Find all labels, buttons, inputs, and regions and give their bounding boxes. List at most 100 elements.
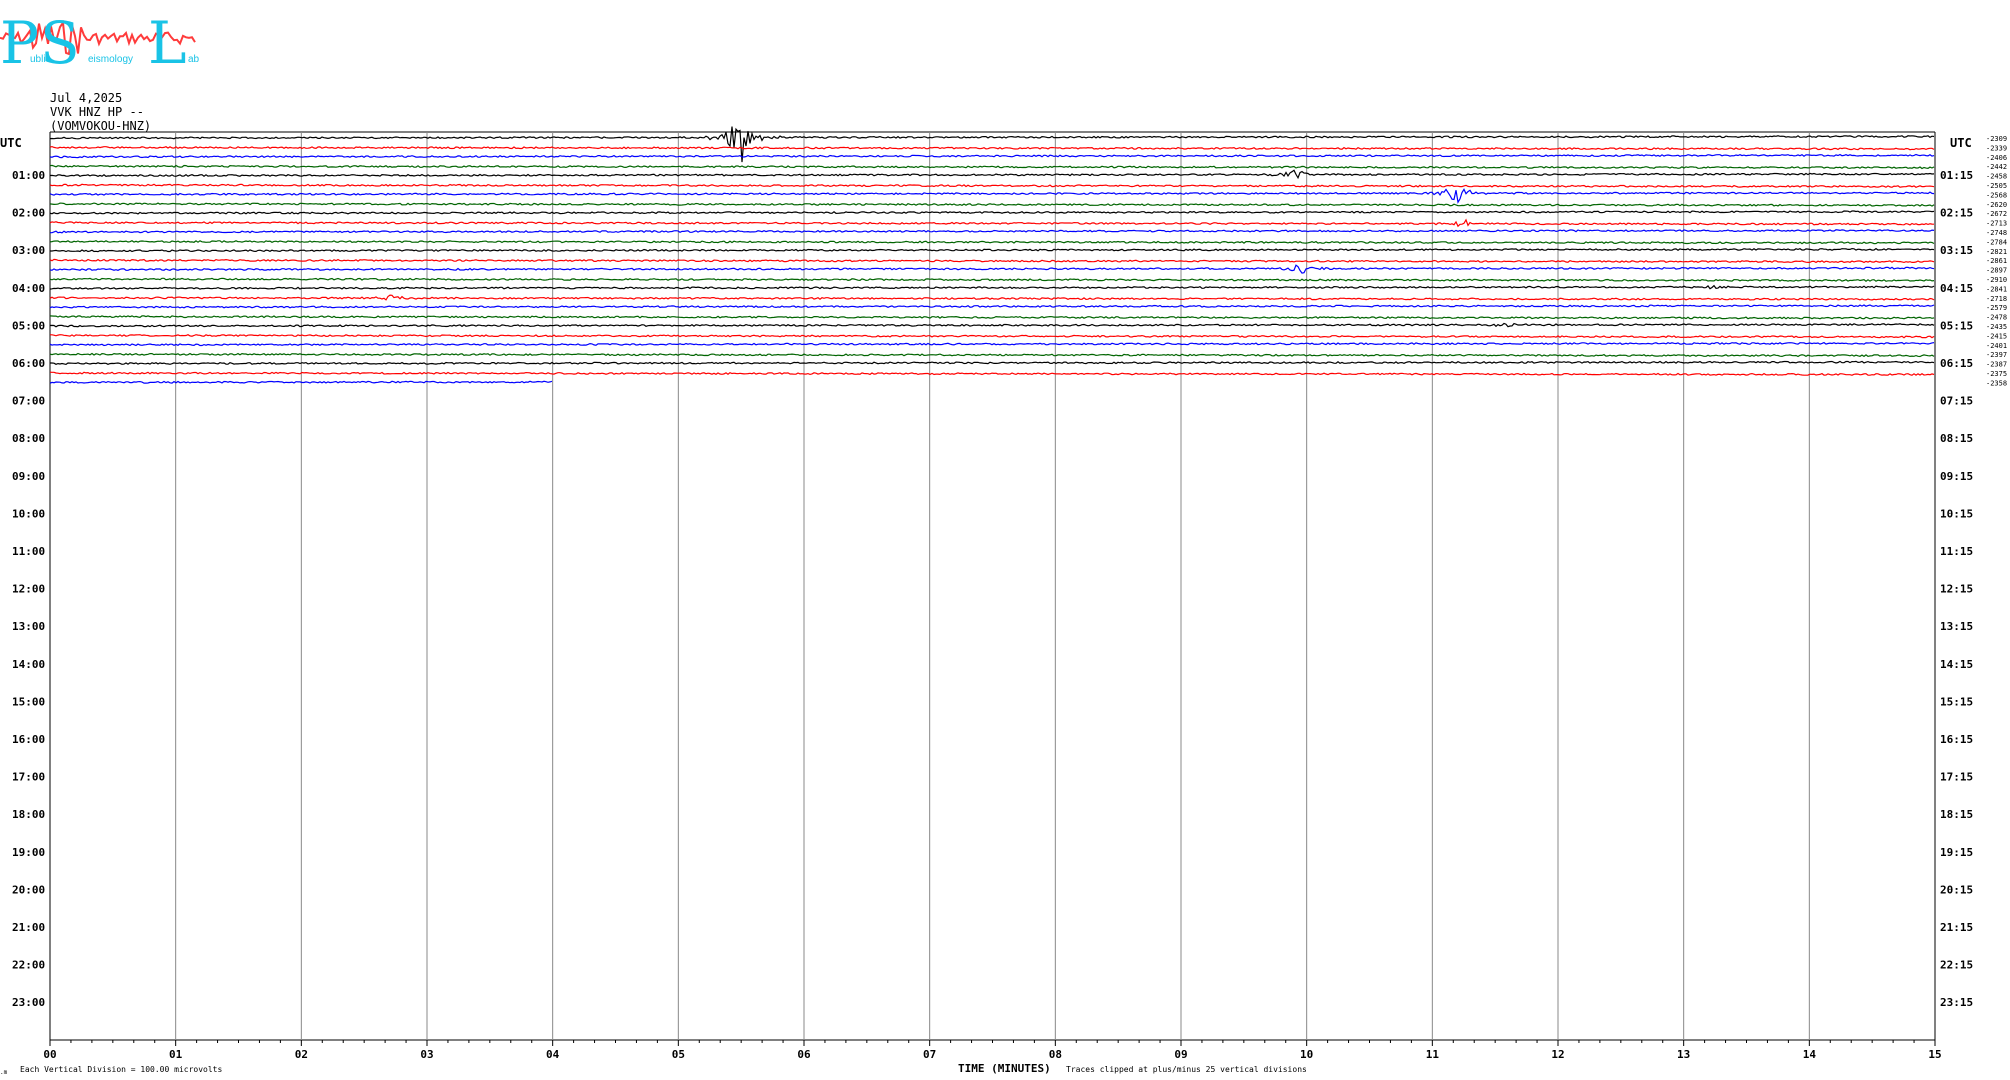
right-hour-label: 05:15 [1940, 319, 1973, 332]
trace-offset-label: -2861 [1986, 257, 2007, 265]
x-tick-label: 14 [1803, 1048, 1817, 1061]
seismic-trace [49, 145, 1935, 151]
x-tick-label: 07 [923, 1048, 936, 1061]
trace-offset-label: -2339 [1986, 144, 2007, 152]
header-date: Jul 4,2025 [50, 91, 122, 105]
x-tick-label: 04 [546, 1048, 560, 1061]
seismic-trace [49, 183, 1935, 188]
trace-offset-label: -2358 [1986, 379, 2007, 387]
seismic-trace [50, 229, 1935, 234]
trace-offset-label: -2387 [1986, 361, 2007, 369]
right-hour-label: 20:15 [1940, 883, 1973, 896]
logo-letter-p: P [0, 9, 39, 77]
left-hour-label: 18:00 [12, 808, 45, 821]
scale-note: Each Vertical Division = 100.00 microvol… [20, 1065, 222, 1074]
x-tick-labels: 00 01 02 03 04 05 06 07 08 09 10 11 12 13 14 15 [43, 1048, 1941, 1061]
seismic-trace [49, 294, 1935, 301]
seismic-trace [49, 210, 1935, 215]
right-hour-label: 18:15 [1940, 808, 1973, 821]
x-tick-label: 09 [1174, 1048, 1187, 1061]
trace-offset-label: -2718 [1986, 295, 2007, 303]
trace-offset-label: -2375 [1986, 370, 2007, 378]
right-hour-label: 19:15 [1940, 846, 1973, 859]
x-tick-label: 01 [169, 1048, 183, 1061]
right-hour-label: 01:15 [1940, 169, 1973, 182]
trace-offset-label: -2910 [1986, 276, 2007, 284]
left-hour-label: 21:00 [12, 921, 45, 934]
seismic-trace [49, 153, 1935, 159]
x-tick-label: 12 [1551, 1048, 1564, 1061]
seismic-trace [49, 322, 1935, 328]
seismic-trace [49, 240, 1935, 245]
clip-note: Traces clipped at plus/minus 25 vertical… [1066, 1065, 1307, 1074]
left-hour-label: 12:00 [12, 583, 45, 596]
left-utc-label: UTC [0, 136, 22, 150]
right-hour-label: 06:15 [1940, 357, 1973, 370]
seismic-trace [49, 218, 1935, 228]
right-hour-label: 17:15 [1940, 771, 1973, 784]
seismic-trace [49, 169, 1935, 180]
left-hour-label: 08:00 [12, 432, 45, 445]
left-hour-label: 04:00 [12, 282, 45, 295]
x-tick-label: 08 [1049, 1048, 1062, 1061]
left-hour-label: 16:00 [12, 733, 45, 746]
left-hour-label: 06:00 [12, 357, 45, 370]
left-hour-label: 10:00 [12, 507, 45, 520]
trace-group [49, 126, 1935, 384]
seismic-trace [49, 315, 1935, 320]
trace-offset-label: -2821 [1986, 248, 2007, 256]
trace-offset-label: -2579 [1986, 304, 2007, 312]
trace-offset-label: -2620 [1986, 201, 2007, 209]
seismic-trace [49, 258, 1935, 264]
left-hour-label: 01:00 [12, 169, 45, 182]
seismic-trace [49, 341, 1935, 347]
seismic-trace [49, 284, 1935, 290]
left-hour-label: 19:00 [12, 846, 45, 859]
left-time-labels: 01:00 02:00 03:00 04:00 05:00 06:00 07:00 08:00… [12, 169, 45, 1009]
right-utc-label: UTC [1950, 136, 1972, 150]
x-tick-label: 05 [672, 1048, 685, 1061]
seismic-trace [49, 164, 1935, 170]
trace-offset-label: -2897 [1986, 267, 2007, 275]
left-hour-label: 22:00 [12, 959, 45, 972]
seismic-trace [49, 202, 1935, 207]
seismic-trace [49, 277, 1935, 282]
trace-offset-labels: -2309-2339 -2406-2442 -2458-2505-2568 -2620… [1986, 135, 2007, 387]
trace-offset-label: -2568 [1986, 191, 2007, 199]
right-hour-label: 14:15 [1940, 658, 1973, 671]
logo-letter-s: S [40, 9, 80, 77]
right-hour-label: 04:15 [1940, 282, 1973, 295]
seismic-trace [50, 334, 1935, 339]
seismic-trace [49, 188, 1935, 204]
right-hour-label: 21:15 [1940, 921, 1973, 934]
header-station: VVK HNZ HP -- [50, 105, 144, 119]
right-hour-label: 16:15 [1940, 733, 1973, 746]
right-hour-label: 08:15 [1940, 432, 1973, 445]
seismic-trace [49, 264, 1935, 274]
left-hour-label: 02:00 [12, 207, 45, 220]
left-hour-label: 09:00 [12, 470, 45, 483]
seismic-trace [49, 371, 1935, 376]
x-tick-label: 13 [1677, 1048, 1690, 1061]
x-tick-label: 00 [43, 1048, 56, 1061]
trace-offset-label: -2748 [1986, 229, 2007, 237]
footer-mark: .m [0, 1069, 8, 1076]
right-hour-label: 11:15 [1940, 545, 1973, 558]
left-hour-label: 07:00 [12, 395, 45, 408]
logo-letter-l: L [148, 9, 187, 77]
trace-offset-label: -2415 [1986, 332, 2007, 340]
trace-offset-label: -2309 [1986, 135, 2007, 143]
right-hour-label: 03:15 [1940, 244, 1973, 257]
right-hour-label: 22:15 [1940, 959, 1973, 972]
trace-offset-label: -2478 [1986, 314, 2007, 322]
seismic-trace [49, 352, 1935, 358]
trace-offset-label: -2435 [1986, 323, 2007, 331]
left-hour-label: 20:00 [12, 883, 45, 896]
x-tick-label: 02 [295, 1048, 308, 1061]
left-hour-label: 11:00 [12, 545, 45, 558]
logo-word-ab: ab [188, 54, 200, 65]
seismic-trace [50, 247, 1935, 253]
logo-word-ublic: ublic [30, 54, 51, 65]
x-axis-title: TIME (MINUTES) [958, 1062, 1051, 1075]
trace-offset-label: -2672 [1986, 210, 2007, 218]
